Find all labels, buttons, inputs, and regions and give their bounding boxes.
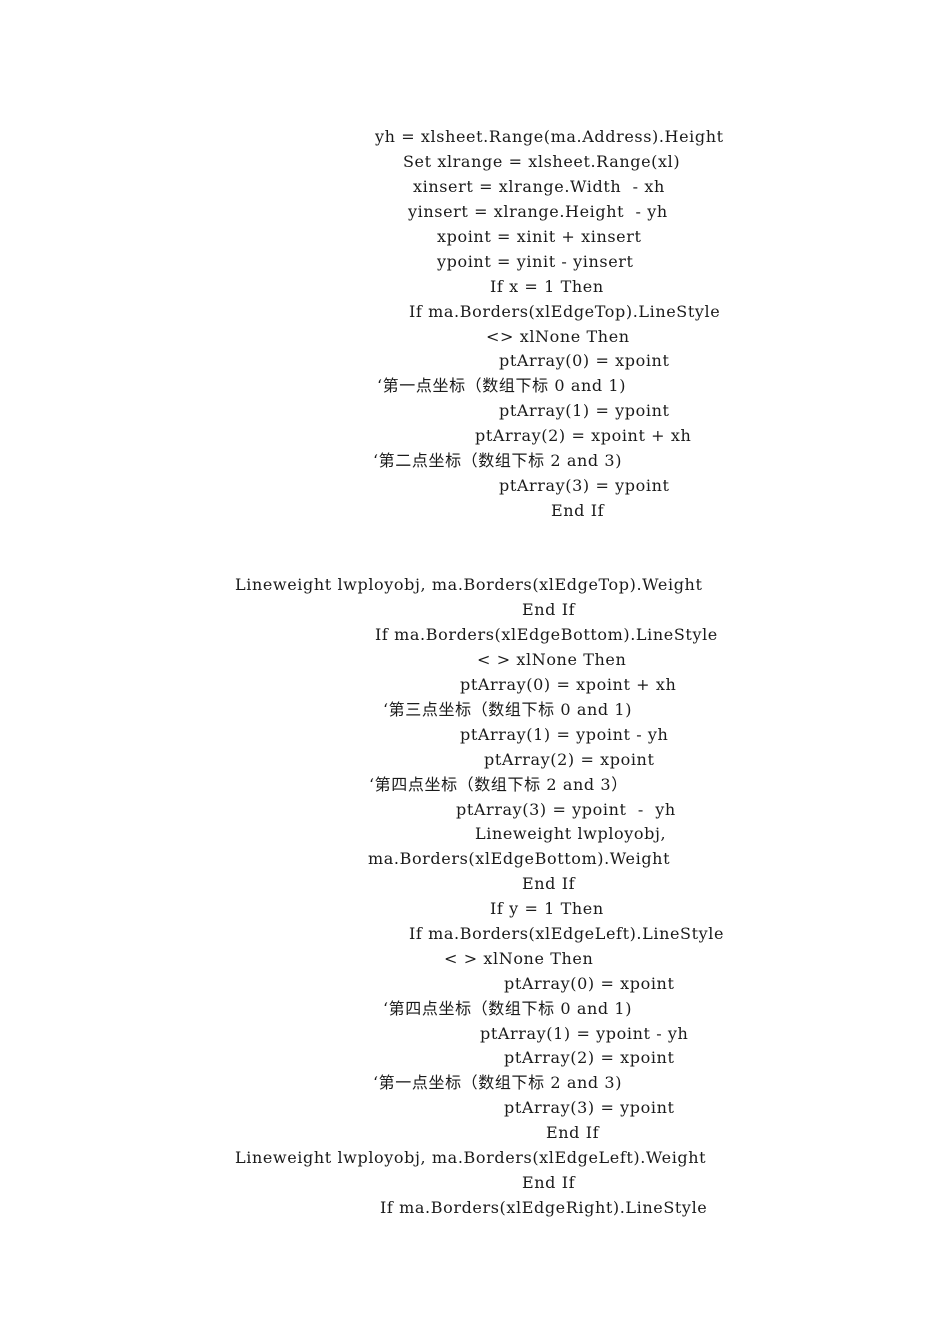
code-line: ma.Borders(xlEdgeBottom).Weight	[368, 849, 671, 868]
code-line: End If	[546, 1123, 600, 1142]
document-page: yh = xlsheet.Range(ma.Address).Height Se…	[0, 0, 950, 1344]
code-line: Lineweight lwployobj, ma.Borders(xlEdgeL…	[235, 1148, 707, 1167]
code-line: ptArray(2) = xpoint + xh	[475, 426, 692, 445]
code-comment: ‘第四点坐标（数组下标 0 and 1)	[383, 999, 633, 1018]
code-line: Set xlrange = xlsheet.Range(xl)	[403, 152, 681, 171]
code-line: ptArray(0) = xpoint	[499, 351, 670, 370]
code-comment: ‘第四点坐标（数组下标 2 and 3）	[369, 775, 628, 794]
code-comment: ‘第一点坐标（数组下标 2 and 3)	[373, 1073, 623, 1092]
code-line: ptArray(3) = ypoint	[499, 476, 670, 495]
code-line: xinsert = xlrange.Width - xh	[413, 177, 665, 196]
code-comment: ‘第三点坐标（数组下标 0 and 1)	[383, 700, 633, 719]
code-line: ypoint = yinit - yinsert	[437, 252, 634, 271]
code-line: <> xlNone Then	[486, 327, 630, 346]
code-line: ptArray(2) = xpoint	[504, 1048, 675, 1067]
code-line: yh = xlsheet.Range(ma.Address).Height	[375, 127, 724, 146]
code-comment: ‘第二点坐标（数组下标 2 and 3)	[373, 451, 623, 470]
code-line: ptArray(2) = xpoint	[484, 750, 655, 769]
code-line: ptArray(1) = ypoint - yh	[480, 1024, 689, 1043]
code-line: If ma.Borders(xlEdgeTop).LineStyle	[409, 302, 721, 321]
code-line: End If	[551, 501, 605, 520]
code-line: End If	[522, 874, 576, 893]
code-line: If ma.Borders(xlEdgeLeft).LineStyle	[409, 924, 725, 943]
code-line: ptArray(0) = xpoint	[504, 974, 675, 993]
code-line: If ma.Borders(xlEdgeBottom).LineStyle	[375, 625, 718, 644]
code-line: If ma.Borders(xlEdgeRight).LineStyle	[380, 1198, 708, 1217]
code-line: < > xlNone Then	[477, 650, 627, 669]
code-line: End If	[522, 1173, 576, 1192]
code-comment: ‘第一点坐标（数组下标 0 and 1)	[377, 376, 627, 395]
code-line: If x = 1 Then	[490, 277, 604, 296]
code-line: yinsert = xlrange.Height - yh	[408, 202, 668, 221]
code-line: Lineweight lwployobj,	[475, 824, 667, 843]
code-line: ptArray(3) = ypoint - yh	[456, 800, 676, 819]
code-line: < > xlNone Then	[444, 949, 594, 968]
code-line: ptArray(3) = ypoint	[504, 1098, 675, 1117]
code-line: Lineweight lwployobj, ma.Borders(xlEdgeT…	[235, 575, 703, 594]
code-line: End If	[522, 600, 576, 619]
code-line: If y = 1 Then	[490, 899, 604, 918]
code-line: ptArray(0) = xpoint + xh	[460, 675, 677, 694]
code-line: ptArray(1) = ypoint	[499, 401, 670, 420]
code-line: xpoint = xinit + xinsert	[437, 227, 642, 246]
code-line: ptArray(1) = ypoint - yh	[460, 725, 669, 744]
